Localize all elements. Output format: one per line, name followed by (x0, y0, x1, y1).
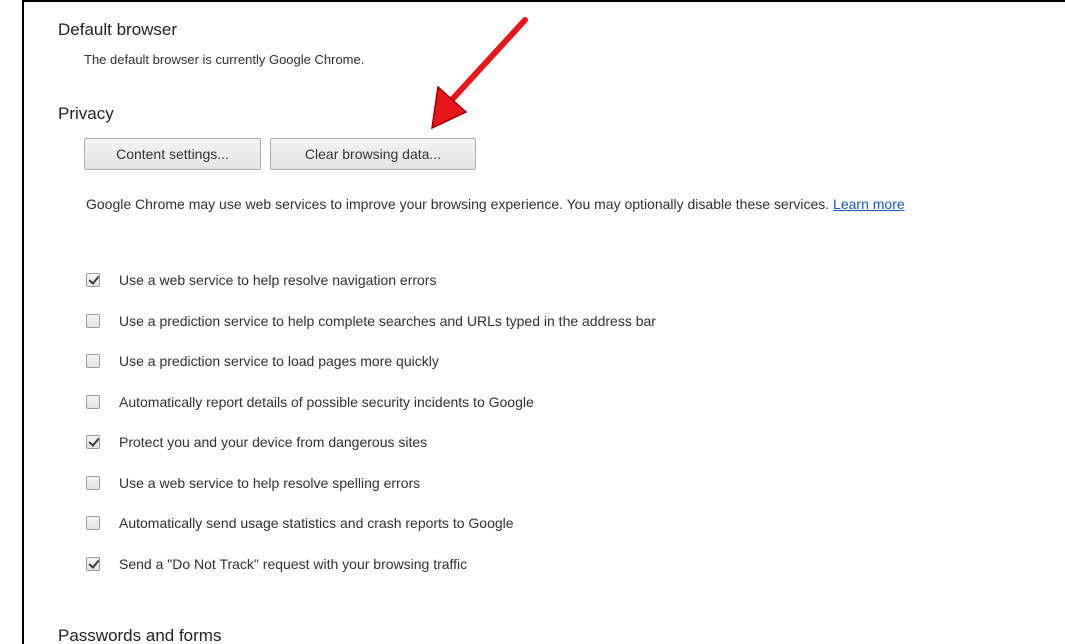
clear-browsing-data-button[interactable]: Clear browsing data... (270, 138, 476, 170)
checkbox-unchecked[interactable] (86, 476, 100, 490)
checkbox-unchecked[interactable] (86, 516, 100, 530)
privacy-option-row[interactable]: Automatically send usage statistics and … (86, 513, 514, 533)
privacy-option-label: Automatically report details of possible… (119, 394, 534, 410)
checkbox-unchecked[interactable] (86, 395, 100, 409)
privacy-option-label: Automatically send usage statistics and … (119, 515, 514, 531)
passwords-forms-heading: Passwords and forms (58, 626, 222, 644)
privacy-option-row[interactable]: Use a prediction service to help complet… (86, 311, 656, 331)
privacy-option-row[interactable]: Use a web service to help resolve spelli… (86, 473, 420, 493)
privacy-option-label: Use a web service to help resolve naviga… (119, 272, 437, 288)
privacy-option-label: Protect you and your device from dangero… (119, 434, 428, 450)
default-browser-heading: Default browser (58, 20, 178, 39)
privacy-option-row[interactable]: Use a web service to help resolve naviga… (86, 270, 437, 290)
checkbox-unchecked[interactable] (86, 354, 100, 368)
privacy-info-body: Google Chrome may use web services to im… (86, 196, 830, 212)
default-browser-status: The default browser is currently Google … (84, 52, 365, 67)
checkbox-checked[interactable] (86, 557, 100, 571)
content-settings-button[interactable]: Content settings... (84, 138, 261, 170)
privacy-option-label: Use a prediction service to help complet… (119, 313, 656, 329)
checkbox-checked[interactable] (86, 273, 100, 287)
privacy-option-row[interactable]: Use a prediction service to load pages m… (86, 351, 439, 371)
privacy-option-label: Use a web service to help resolve spelli… (119, 475, 421, 491)
privacy-option-label: Send a "Do Not Track" request with your … (119, 556, 468, 572)
privacy-option-row[interactable]: Protect you and your device from dangero… (86, 432, 427, 452)
privacy-info-text: Google Chrome may use web services to im… (86, 188, 986, 221)
learn-more-link[interactable]: Learn more (833, 196, 905, 212)
settings-panel: Default browser The default browser is c… (22, 0, 1065, 644)
privacy-option-label: Use a prediction service to load pages m… (119, 353, 439, 369)
checkbox-checked[interactable] (86, 435, 100, 449)
checkbox-unchecked[interactable] (86, 314, 100, 328)
privacy-option-row[interactable]: Send a "Do Not Track" request with your … (86, 554, 467, 574)
privacy-heading: Privacy (58, 104, 114, 123)
privacy-option-row[interactable]: Automatically report details of possible… (86, 392, 534, 412)
